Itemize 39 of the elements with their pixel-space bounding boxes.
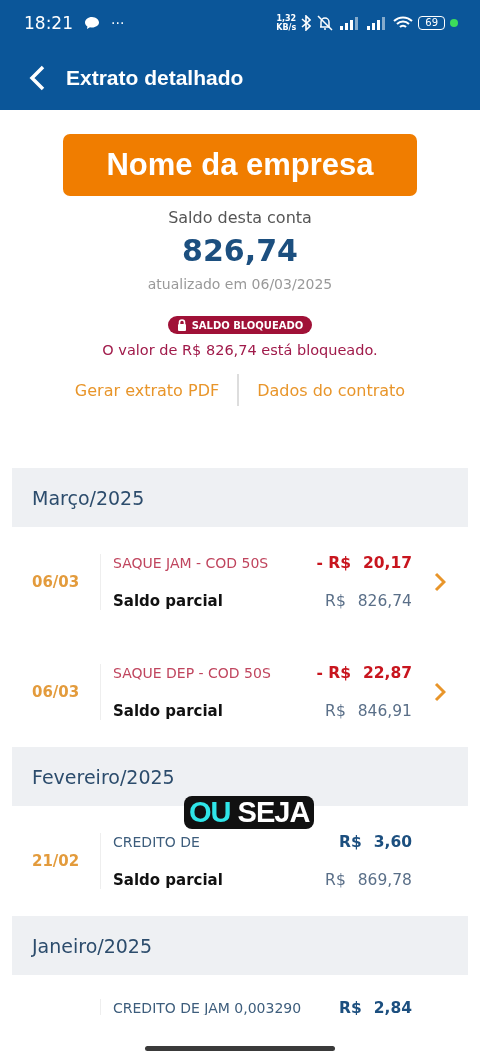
muted-bell-icon	[316, 15, 335, 31]
text-link[interactable]: Gerar extrato PDF	[74, 380, 220, 400]
entry-amount: - R$ 22,87	[316, 664, 412, 682]
text-link[interactable]: Dados do contrato	[257, 380, 406, 400]
more-notifications: ···	[111, 15, 125, 31]
lock-icon	[176, 319, 187, 331]
partial-balance-label: Saldo parcial	[113, 592, 223, 610]
partial-balance-amount: R$ 869,78	[325, 871, 412, 889]
entry-date: 06/03	[32, 683, 81, 701]
entry-date: 06/03	[32, 573, 81, 591]
entry-description: CREDITO DE JAM 0,003290	[113, 1000, 302, 1015]
updated-date: atualizado em 06/03/2025	[147, 276, 333, 292]
entry-description: SAQUE JAM - COD 50S	[113, 555, 269, 571]
entry-description: CREDITO DE	[113, 834, 200, 850]
badge-text: SALDO BLOQUEADO	[191, 319, 304, 331]
month-header: Março/2025	[12, 468, 468, 527]
bluetooth-icon	[301, 15, 312, 31]
chat-bubble-icon	[84, 16, 100, 30]
battery-indicator: 69	[418, 16, 445, 30]
partial-balance-amount: R$ 846,91	[325, 702, 412, 720]
balance-amount: 826,74	[182, 233, 298, 268]
chevron-right-icon[interactable]	[434, 572, 446, 592]
page-title: Extrato detalhado	[66, 66, 244, 90]
entry-description: SAQUE DEP - COD 50S	[113, 665, 271, 681]
network-speed: 1,32 KB/s	[276, 14, 297, 32]
month-header: Janeiro/2025	[12, 916, 468, 975]
chevron-right-icon[interactable]	[434, 682, 446, 702]
partial-balance-label: Saldo parcial	[113, 702, 223, 720]
partial-balance-label: Saldo parcial	[113, 871, 223, 889]
entry-date: 21/02	[32, 852, 81, 870]
company-banner: Nome da empresa	[63, 134, 417, 196]
entry-amount: - R$ 20,17	[316, 554, 412, 572]
entry-amount: R$ 3,60	[339, 833, 412, 851]
entry-amount: R$ 2,84	[339, 999, 412, 1015]
partial-balance-amount: R$ 826,74	[325, 592, 412, 610]
balance-label: Saldo desta conta	[168, 208, 312, 227]
status-dot-icon	[450, 19, 458, 27]
blocked-message: O valor de R$ 826,74 está bloqueado.	[102, 342, 378, 358]
clock: 18:21	[24, 13, 73, 33]
